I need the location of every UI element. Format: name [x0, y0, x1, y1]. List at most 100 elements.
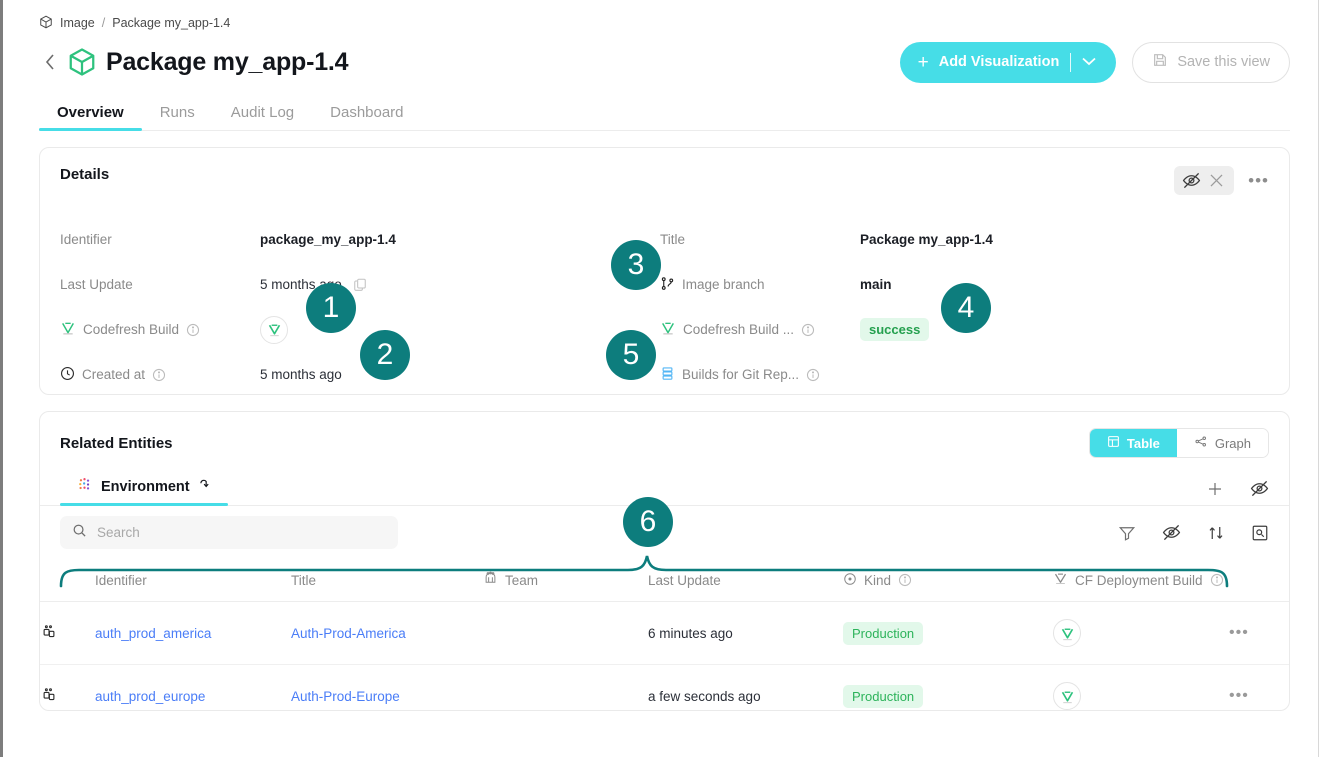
detail-label-title: Title — [660, 232, 686, 247]
th-last-update-label: Last Update — [648, 572, 721, 588]
detail-label-created-at-text: Created at — [82, 367, 146, 382]
eye-off-icon[interactable] — [1182, 171, 1201, 190]
details-card: Details ••• Identifier package_my_app-1.… — [39, 147, 1290, 395]
save-icon — [1152, 52, 1168, 72]
th-actions — [1229, 562, 1289, 602]
breadcrumb-separator: / — [101, 16, 106, 30]
title-row: Package my_app-1.4 + Add Visualization S… — [39, 38, 1290, 86]
related-entities-title: Related Entities — [60, 434, 173, 452]
annotation-badge-6: 6 — [623, 497, 673, 547]
row-codefresh-build-icon[interactable] — [1053, 682, 1081, 710]
th-kind[interactable]: Kind — [843, 562, 1053, 602]
row-entity-icon-cell — [40, 601, 95, 665]
codefresh-build-logo-icon[interactable] — [260, 315, 288, 344]
annotation-badge-1: 1 — [306, 283, 356, 333]
info-icon-4[interactable] — [806, 368, 820, 382]
codefresh-small-icon — [1053, 572, 1068, 588]
th-kind-label: Kind — [864, 572, 892, 588]
row-kind-badge: Production — [843, 621, 924, 645]
th-last-update[interactable]: Last Update — [648, 562, 843, 602]
annotation-badge-3: 3 — [611, 240, 661, 290]
environment-cube-icon — [76, 476, 93, 497]
detail-label-created-at: Created at — [60, 352, 260, 397]
git-branch-icon — [660, 276, 675, 294]
detail-label-identifier: Identifier — [60, 232, 112, 247]
table-row[interactable]: auth_prod_america Auth-Prod-America 6 mi… — [40, 601, 1289, 665]
row-codefresh-build-icon[interactable] — [1053, 619, 1081, 647]
detail-value-builds-for-git-repo — [860, 352, 1160, 397]
package-title-icon — [67, 47, 97, 77]
save-view-button[interactable]: Save this view — [1132, 41, 1290, 83]
info-icon-2[interactable] — [801, 323, 815, 337]
detail-label-last-update: Last Update — [60, 277, 133, 292]
hide-eye-off-icon[interactable] — [1162, 523, 1181, 542]
add-tab-icon[interactable] — [1206, 480, 1224, 498]
external-link-arrow-icon[interactable] — [198, 478, 212, 496]
details-more-menu[interactable]: ••• — [1248, 172, 1269, 189]
row-title: Auth-Prod-Europe — [291, 664, 483, 710]
group-by-icon[interactable] — [1251, 524, 1269, 542]
info-icon-3[interactable] — [152, 368, 166, 382]
sort-icon[interactable] — [1207, 524, 1225, 542]
back-chevron-icon[interactable] — [39, 48, 61, 76]
row-title-link[interactable]: Auth-Prod-America — [291, 626, 406, 641]
breadcrumb-root[interactable]: Image — [60, 16, 95, 30]
th-cf-deployment-build[interactable]: CF Deployment Build — [1053, 562, 1229, 602]
row-cf-build — [1053, 601, 1229, 665]
view-toggle: Table Graph — [1088, 428, 1269, 458]
title-actions: + Add Visualization Save this view — [899, 41, 1290, 83]
save-view-label: Save this view — [1177, 54, 1270, 70]
table-icon — [1107, 435, 1120, 451]
hide-columns-eye-off-icon[interactable] — [1250, 479, 1269, 498]
row-identifier-link[interactable]: auth_prod_america — [95, 626, 211, 641]
graph-icon — [1194, 435, 1208, 451]
search-input[interactable] — [97, 525, 386, 540]
row-more-menu[interactable]: ••• — [1229, 624, 1249, 641]
table-tools — [1118, 523, 1269, 542]
team-icon — [483, 571, 498, 589]
tab-overview[interactable]: Overview — [39, 104, 142, 131]
detail-label-codefresh-build: Codefresh Build — [60, 307, 260, 352]
view-toggle-table-label: Table — [1126, 435, 1160, 451]
view-toggle-graph[interactable]: Graph — [1176, 429, 1268, 457]
tab-dashboard[interactable]: Dashboard — [312, 104, 421, 130]
row-team — [483, 664, 648, 710]
chevron-down-icon[interactable] — [1082, 54, 1096, 70]
table-row[interactable]: auth_prod_europe Auth-Prod-Europe a few … — [40, 664, 1289, 710]
search-box[interactable] — [60, 516, 398, 549]
row-entity-icon-cell — [40, 664, 95, 710]
th-title[interactable]: Title — [291, 562, 483, 602]
breadcrumb: Image / Package my_app-1.4 — [39, 0, 1290, 36]
filter-icon[interactable] — [1118, 524, 1136, 542]
detail-value-created-at: 5 months ago — [260, 367, 342, 382]
row-cf-build — [1053, 664, 1229, 710]
detail-value-identifier: package_my_app-1.4 — [260, 232, 396, 247]
detail-label-codefresh-build-text: Codefresh Build — [83, 322, 180, 337]
tab-environment[interactable]: Environment — [60, 476, 228, 506]
info-icon[interactable] — [186, 323, 200, 337]
info-icon-kind[interactable] — [898, 573, 912, 587]
row-title-link[interactable]: Auth-Prod-Europe — [291, 689, 400, 704]
row-identifier-link[interactable]: auth_prod_europe — [95, 689, 205, 704]
page-content: Image / Package my_app-1.4 Package my_ap… — [3, 0, 1318, 757]
detail-value-image-branch: main — [860, 277, 892, 292]
row-team — [483, 601, 648, 665]
annotation-badge-4: 4 — [941, 283, 991, 333]
tab-audit-log[interactable]: Audit Log — [213, 104, 312, 130]
close-icon[interactable] — [1207, 171, 1226, 190]
row-actions: ••• — [1229, 601, 1289, 665]
info-icon-cf[interactable] — [1210, 573, 1224, 587]
th-team[interactable]: Team — [483, 562, 648, 602]
details-grid: Identifier package_my_app-1.4 Title Pack… — [60, 217, 1269, 397]
copy-icon[interactable] — [353, 277, 367, 292]
environment-entity-icon — [40, 624, 58, 644]
th-identifier[interactable]: Identifier — [95, 562, 291, 602]
tab-runs[interactable]: Runs — [142, 104, 213, 130]
view-toggle-table[interactable]: Table — [1089, 429, 1177, 457]
row-last-update: a few seconds ago — [648, 664, 843, 710]
search-icon — [72, 523, 87, 543]
details-tools: ••• — [1174, 166, 1269, 195]
add-visualization-button[interactable]: + Add Visualization — [899, 41, 1117, 83]
row-more-menu[interactable]: ••• — [1229, 687, 1249, 704]
details-header: Details ••• — [60, 166, 1269, 195]
